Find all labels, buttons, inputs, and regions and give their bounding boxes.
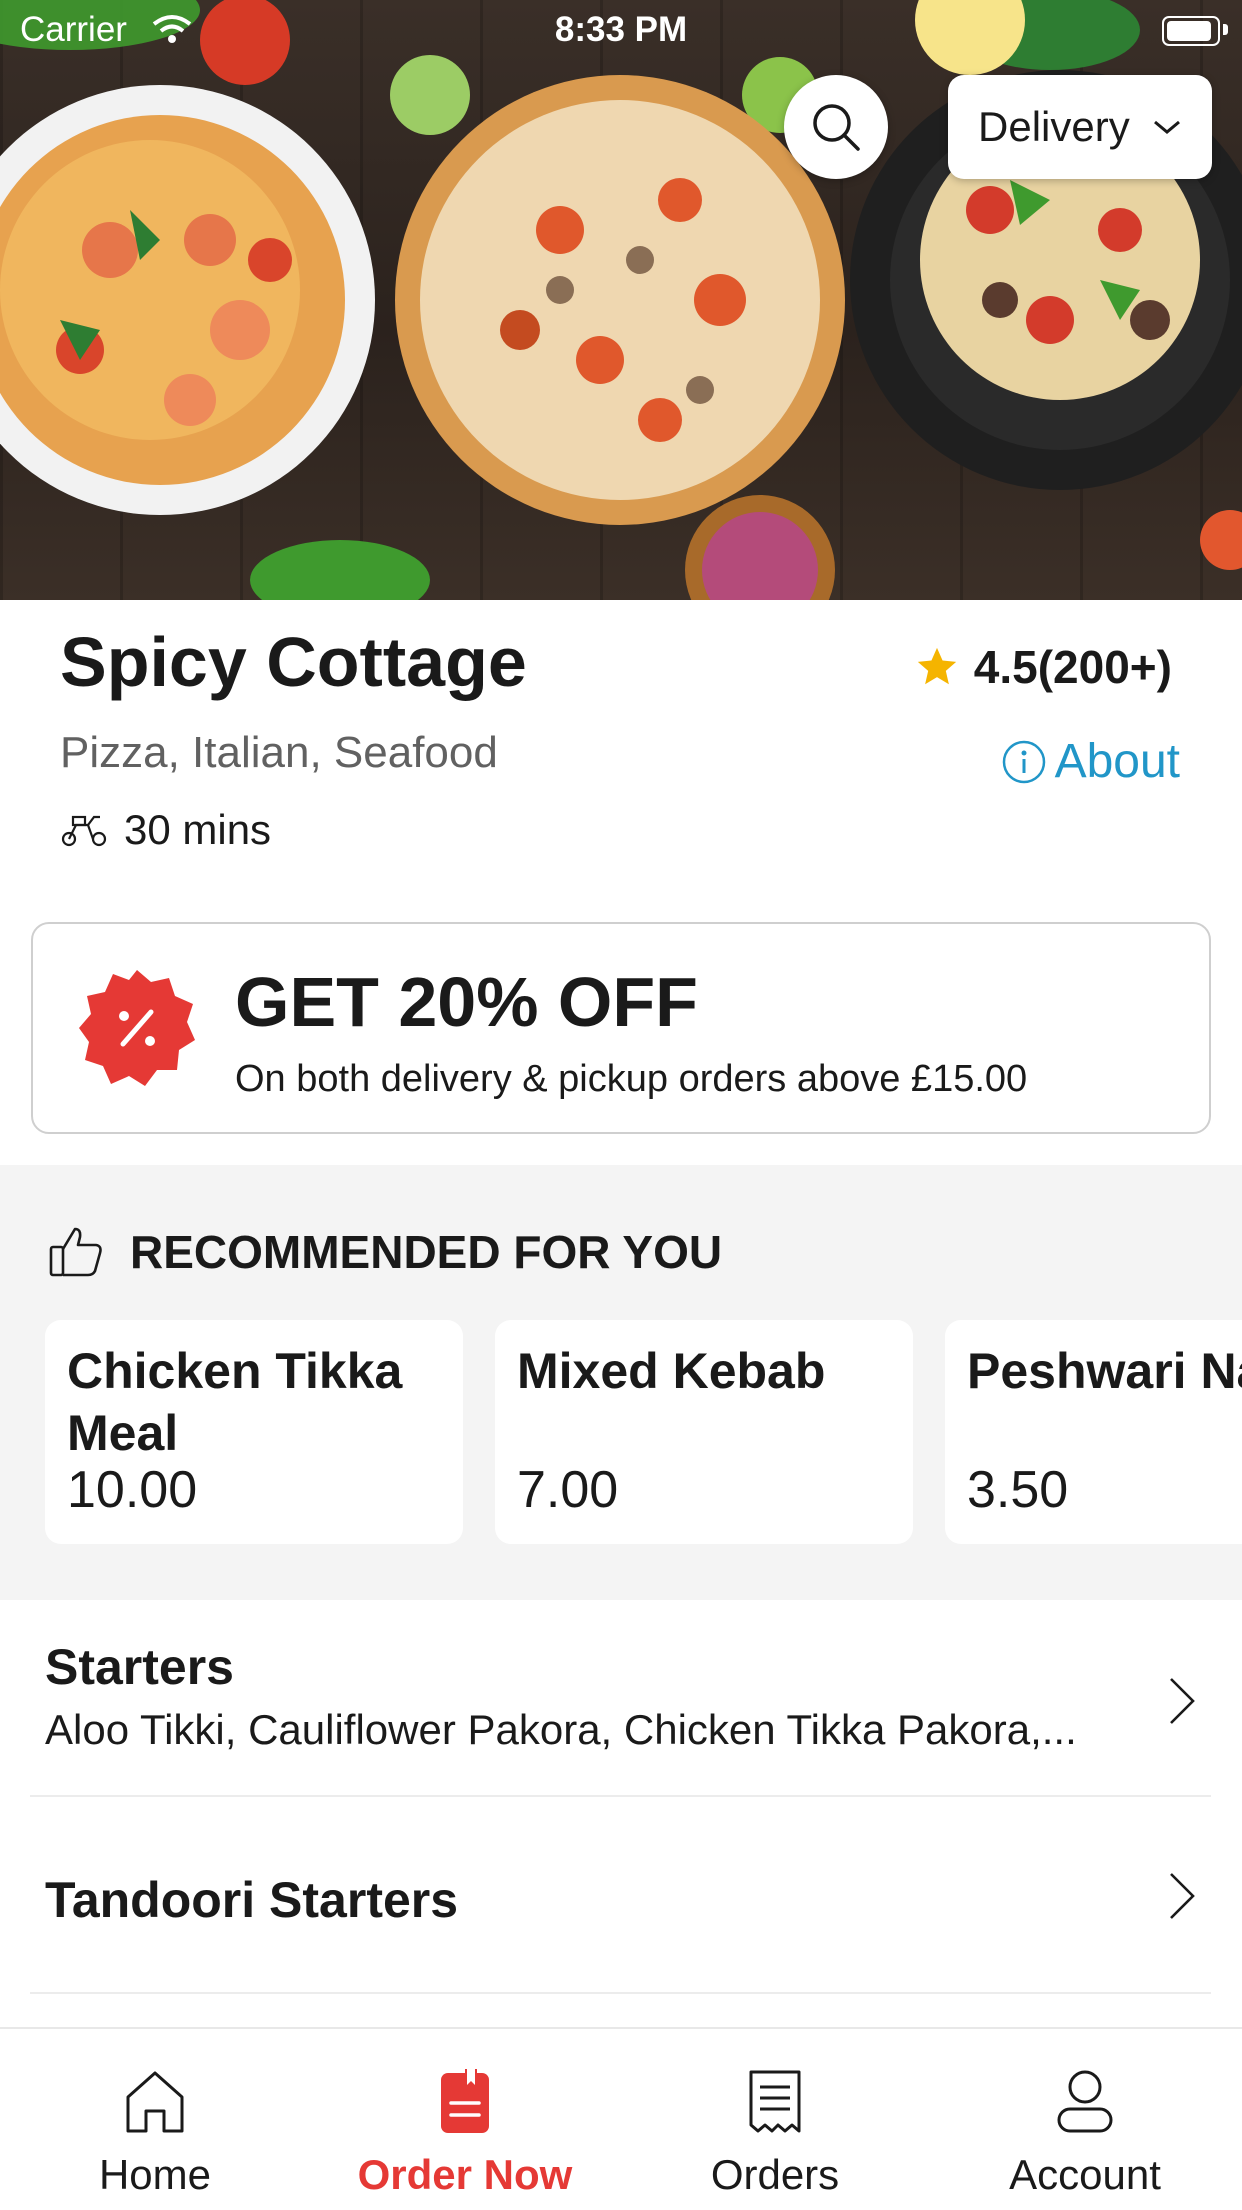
tab-account[interactable]: Account bbox=[930, 2029, 1240, 2210]
recommended-item-price: 7.00 bbox=[517, 1461, 619, 1519]
battery-cap bbox=[1223, 24, 1228, 35]
chevron-right-icon bbox=[1170, 1678, 1195, 1724]
delivery-time: 30 mins bbox=[60, 806, 271, 854]
percent-badge-icon bbox=[79, 970, 195, 1086]
hero-banner: Carrier 8:33 PM Delivery bbox=[0, 0, 1242, 600]
rating: 4.5(200+) bbox=[914, 640, 1172, 694]
offer-description: On both delivery & pickup orders above £… bbox=[235, 1058, 1028, 1100]
status-bar: Carrier 8:33 PM bbox=[0, 0, 1242, 62]
info-icon bbox=[1002, 740, 1045, 783]
recommended-item-name: Peshwari Na bbox=[967, 1343, 1242, 1399]
tab-home[interactable]: Home bbox=[0, 2029, 310, 2210]
user-icon bbox=[1057, 2070, 1113, 2133]
chevron-right-icon bbox=[1170, 1873, 1195, 1919]
home-icon bbox=[126, 2071, 184, 2133]
recommended-section: RECOMMENDED FOR YOU Chicken Tikka Meal 1… bbox=[0, 1165, 1242, 1600]
about-label: About bbox=[1054, 735, 1180, 788]
tab-orders[interactable]: Orders bbox=[620, 2029, 930, 2210]
recommended-item-name: Chicken Tikka Meal bbox=[67, 1343, 403, 1461]
search-button[interactable] bbox=[784, 75, 888, 179]
recommended-card[interactable]: Chicken Tikka Meal 10.00 bbox=[45, 1320, 463, 1544]
category-name: Tandoori Starters bbox=[45, 1872, 459, 1928]
delivery-mode-dropdown[interactable]: Delivery bbox=[948, 75, 1212, 179]
delivery-time-label: 30 mins bbox=[124, 806, 272, 853]
category-name: Starters bbox=[45, 1639, 234, 1695]
recommended-item-price: 10.00 bbox=[67, 1461, 198, 1519]
star-icon bbox=[917, 647, 956, 685]
tab-order-now[interactable]: Order Now bbox=[310, 2029, 620, 2210]
category-row-starters[interactable]: Starters Aloo Tikki, Cauliflower Pakora,… bbox=[30, 1600, 1211, 1797]
offer-headline: GET 20% OFF bbox=[235, 963, 698, 1041]
offer-banner[interactable]: GET 20% OFF On both delivery & pickup or… bbox=[31, 922, 1211, 1134]
recommended-card[interactable]: Mixed Kebab 7.00 bbox=[495, 1320, 913, 1544]
bottom-tab-bar: Home Order Now Orders Account bbox=[0, 2027, 1242, 2210]
receipt-icon bbox=[749, 2070, 801, 2133]
thumbs-up-icon bbox=[49, 1227, 102, 1277]
recommended-card[interactable]: Peshwari Na 3.50 bbox=[945, 1320, 1242, 1544]
tab-label: Order Now bbox=[357, 2151, 573, 2198]
scooter-icon bbox=[61, 815, 107, 847]
status-time: 8:33 PM bbox=[554, 10, 688, 49]
category-row-tandoori-starters[interactable]: Tandoori Starters bbox=[30, 1797, 1211, 1994]
battery-icon bbox=[1162, 16, 1220, 46]
about-link[interactable]: About bbox=[1001, 734, 1180, 789]
recommended-item-price: 3.50 bbox=[967, 1461, 1069, 1519]
restaurant-name: Spicy Cottage bbox=[60, 623, 527, 701]
search-icon bbox=[813, 104, 860, 151]
order-now-icon bbox=[441, 2069, 489, 2133]
recommended-item-name: Mixed Kebab bbox=[517, 1343, 826, 1399]
recommended-title: RECOMMENDED FOR YOU bbox=[130, 1226, 723, 1278]
tab-label: Orders bbox=[710, 2151, 840, 2198]
delivery-mode-label: Delivery bbox=[978, 103, 1130, 150]
chevron-down-icon bbox=[1153, 120, 1180, 134]
category-description: Aloo Tikki, Cauliflower Pakora, Chicken … bbox=[45, 1706, 1077, 1753]
tab-label: Account bbox=[1009, 2151, 1161, 2198]
rating-value: 4.5(200+) bbox=[973, 641, 1172, 693]
recommended-header: RECOMMENDED FOR YOU bbox=[48, 1225, 722, 1279]
cuisine-list: Pizza, Italian, Seafood bbox=[60, 728, 498, 777]
tab-label: Home bbox=[98, 2151, 212, 2198]
